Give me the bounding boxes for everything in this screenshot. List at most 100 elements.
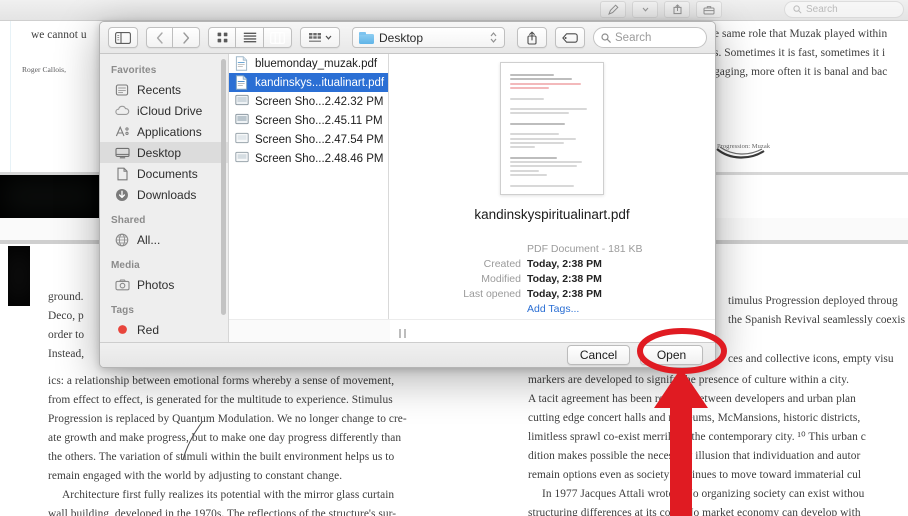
sidebar-item-recents[interactable]: Recents: [100, 79, 228, 100]
sidebar-item-all-shared[interactable]: All...: [100, 229, 228, 250]
sidebar-item-label: Red: [137, 322, 160, 337]
sidebar-item-photos[interactable]: Photos: [100, 274, 228, 295]
back-button[interactable]: [146, 27, 173, 48]
sidebar-section-shared-title: Shared: [111, 215, 146, 226]
sidebar-item-tag-red[interactable]: Red: [100, 319, 228, 340]
column-view-icon[interactable]: [264, 27, 292, 48]
sidebar-item-desktop[interactable]: Desktop: [100, 142, 228, 163]
network-globe-icon: [114, 233, 130, 247]
forward-button[interactable]: [173, 27, 200, 48]
sidebar-item-documents[interactable]: Documents: [100, 163, 228, 184]
file-row[interactable]: Screen Sho...2.42.32 PM: [229, 92, 388, 111]
cloud-icon: [114, 104, 130, 118]
metadata-created-key: Created: [483, 258, 521, 270]
sidebar-item-label: Downloads: [137, 187, 197, 202]
pdf-file-icon: [235, 75, 249, 90]
doc-right-line-6: limitless sprawl co-exist merrily in the…: [528, 431, 866, 443]
preview-filename: kandinskyspiritualinart.pdf: [474, 207, 630, 222]
icon-view-icon[interactable]: [208, 27, 236, 48]
sidebar-scrollbar[interactable]: [221, 59, 226, 315]
doc-right-line-3: markers are developed to signify the pre…: [528, 374, 849, 386]
pdf-file-icon: [235, 56, 249, 71]
doc-left-line-4: the others. The variation of stimuli wit…: [48, 451, 395, 463]
doc-left-line-2: Progression is replaced by Quantum Modul…: [48, 413, 407, 425]
dialog-footer: Cancel Open: [100, 342, 715, 367]
desktop-icon: [114, 146, 130, 160]
tag-icon[interactable]: [555, 27, 585, 48]
doc-left-line-5: remain engaged with the world by adjusti…: [48, 470, 343, 482]
metadata-last-opened-value: Today, 2:38 PM: [527, 288, 602, 300]
doc-figure-dark-lower: [8, 246, 30, 306]
share-icon[interactable]: [664, 1, 690, 18]
search-input[interactable]: Search: [593, 27, 707, 48]
metadata-modified-value: Today, 2:38 PM: [527, 273, 602, 285]
file-name: kandinskys...itualinart.pdf: [255, 76, 385, 89]
doc-margin-rule: [10, 21, 11, 172]
doc-left-line-7: wall building, developed in the 1970s. T…: [48, 508, 397, 516]
clock-recents-icon: [114, 83, 130, 97]
dialog-body: Favorites Recents iCloud Drive Applicati…: [100, 54, 715, 343]
doc-figure-dark-left: [0, 175, 100, 218]
file-row[interactable]: bluemonday_muzak.pdf: [229, 54, 388, 73]
metadata-kind-value: PDF Document - 181 KB: [527, 243, 643, 255]
file-row[interactable]: Screen Sho...2.48.46 PM: [229, 149, 388, 168]
dialog-toolbar: Desktop Search: [100, 22, 715, 54]
applications-icon: [114, 125, 130, 139]
sidebar-item-label: Documents: [137, 166, 198, 181]
add-tags-link[interactable]: Add Tags...: [527, 302, 579, 316]
doc-right-line-4: A tacit agreement has been reached betwe…: [528, 393, 856, 405]
doc-left-line-1: from effect to effect, is generated for …: [48, 394, 393, 406]
doc-fragment-right-1: e same role that Muzak played within: [714, 28, 888, 40]
screenshot-file-icon: [235, 94, 249, 109]
path-location-dropdown[interactable]: Desktop: [352, 27, 505, 48]
open-button[interactable]: Open: [640, 345, 703, 365]
stepper-chevrons-icon: [489, 30, 498, 45]
doc-left-line-6: Architecture first fully realizes its po…: [62, 489, 395, 501]
sidebar-toggle-icon[interactable]: [108, 27, 138, 48]
sidebar-item-icloud-drive[interactable]: iCloud Drive: [100, 100, 228, 121]
file-name: Screen Sho...2.47.54 PM: [255, 133, 384, 146]
sidebar-item-applications[interactable]: Applications: [100, 121, 228, 142]
open-file-dialog: Desktop Search Favorites Recents iCloud …: [99, 21, 716, 368]
file-row[interactable]: kandinskys...itualinart.pdf: [229, 73, 388, 92]
file-row[interactable]: Screen Sho...2.45.11 PM: [229, 111, 388, 130]
documents-icon: [114, 167, 130, 181]
background-app-toolbar: Search: [0, 0, 908, 21]
doc-fragment-left-2: Roger Callois,: [22, 65, 67, 74]
metadata-created-row: Created Today, 2:38 PM: [419, 257, 715, 271]
doc-fragment-right-2: s. Sometimes it is fast, sometimes it i: [714, 47, 886, 59]
doc-right-line-5: cutting edge concert halls and museums, …: [528, 412, 861, 424]
sidebar-item-label: All...: [137, 232, 161, 247]
list-view-icon[interactable]: [236, 27, 264, 48]
toolbox-icon[interactable]: [696, 1, 722, 18]
sidebar-item-downloads[interactable]: Downloads: [100, 184, 228, 205]
chevron-down-icon: [325, 35, 332, 40]
metadata-last-opened-key: Last opened: [463, 288, 521, 300]
search-icon: [601, 32, 611, 43]
doc-fragment-right-3: gaging, more often it is banal and bac: [714, 66, 888, 78]
doc-right-line-1: the Spanish Revival seamlessly coexis: [728, 314, 906, 326]
sidebar-item-label: Desktop: [137, 145, 182, 160]
cancel-button[interactable]: Cancel: [567, 345, 630, 365]
doc-left-stub-1: Deco, p: [48, 310, 84, 322]
navigation-buttons: [146, 27, 200, 48]
preview-bottom-spacer: [390, 319, 715, 343]
screenshot-file-icon: [235, 151, 249, 166]
column-resize-spacer: [229, 319, 390, 343]
chevron-down-icon[interactable]: [632, 1, 658, 18]
downloads-icon: [114, 188, 130, 202]
file-row[interactable]: Screen Sho...2.47.54 PM: [229, 130, 388, 149]
sidebar-section-favorites-title: Favorites: [111, 65, 157, 76]
metadata-created-value: Today, 2:38 PM: [527, 258, 602, 270]
sidebar: Favorites Recents iCloud Drive Applicati…: [100, 54, 229, 343]
metadata-kind-row: PDF Document - 181 KB: [419, 242, 715, 256]
doc-right-line-0: timulus Progression deployed throug: [728, 295, 898, 307]
group-by-icon[interactable]: [300, 27, 340, 48]
background-search-field[interactable]: Search: [784, 1, 904, 18]
column-resize-handle[interactable]: [397, 329, 407, 338]
doc-fragment-left-1: we cannot u: [31, 29, 87, 41]
share-icon[interactable]: [517, 27, 547, 48]
metadata-modified-row: Modified Today, 2:38 PM: [419, 272, 715, 286]
folder-icon: [359, 31, 374, 44]
markup-pen-icon[interactable]: [600, 1, 626, 18]
